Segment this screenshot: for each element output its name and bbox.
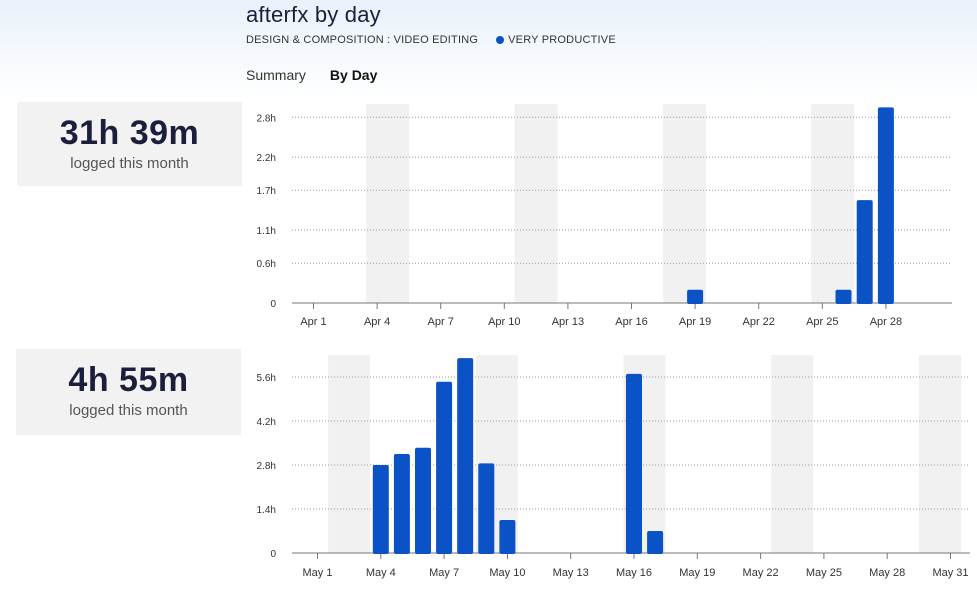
weekend-band [328,355,371,553]
x-tick-label: Apr 22 [742,316,774,328]
month-stat-card-may: 4h 55m logged this month [16,349,241,435]
day-bar [856,200,873,304]
weekend-band [811,104,855,303]
x-tick-label: May 10 [489,567,525,579]
day-bar [436,381,453,554]
x-tick-label: Apr 10 [488,316,520,328]
day-bar [499,520,516,554]
day-bar [687,289,704,304]
x-tick-label: Apr 1 [300,316,326,328]
may-daily-bar-chart: 0 1.4h 2.8h 4.2h 5.6h May 1 May 4 May 7 May 10 Ma… [240,345,977,585]
april-daily-bar-chart: 0 0.6h 1.1h 1.7h 2.2h 2.8h Apr 1 Apr 4 Apr 7 Apr … [240,100,977,340]
view-tabs: Summary By Day [246,67,401,83]
x-tick-label: Apr 28 [870,316,902,328]
tab-by-day[interactable]: By Day [330,67,377,83]
x-tick-label: Apr 4 [364,316,390,328]
header-background [0,0,977,100]
day-bar [626,373,642,554]
y-tick-label: 1.4h [257,505,276,516]
x-tick-label: May 22 [743,567,779,579]
productivity-dot-icon [496,36,505,44]
x-tick-label: May 16 [616,567,652,579]
month-total-label: logged this month [69,402,188,419]
tab-summary[interactable]: Summary [246,67,306,83]
y-tick-label: 0 [270,299,276,310]
day-bar [478,463,495,554]
weekend-band [514,104,558,303]
month-total-label: logged this month [70,155,189,172]
y-tick-label: 5.6h [257,373,276,384]
y-tick-label: 0 [270,549,276,560]
x-tick-label: May 31 [932,567,968,579]
x-tick-label: Apr 19 [679,316,711,328]
chart-svg: 0 1.4h 2.8h 4.2h 5.6h May 1 May 4 May 7 May 10 Ma… [257,355,970,579]
x-tick-label: Apr 13 [552,316,584,328]
month-total: 31h 39m [59,114,200,152]
x-tick-label: May 1 [303,567,333,579]
y-tick-label: 2.8h [257,113,276,124]
category-line: DESIGN & COMPOSITION : VIDEO EDITING VER… [246,34,616,46]
y-tick-label: 2.2h [257,153,276,164]
page-title: afterfx by day [246,2,381,27]
x-tick-label: May 28 [869,567,905,579]
y-tick-label: 1.1h [257,226,276,237]
x-tick-label: May 19 [679,567,715,579]
day-bar [393,454,410,554]
y-tick-label: 4.2h [257,417,276,428]
month-total: 4h 55m [68,361,189,399]
x-tick-label: Apr 16 [615,316,647,328]
x-tick-label: May 13 [553,567,589,579]
weekend-band [663,104,706,303]
weekend-band [771,355,814,553]
x-tick-label: May 4 [366,567,396,579]
x-tick-label: Apr 7 [428,316,454,328]
day-bar [415,447,431,554]
month-stat-card-april: 31h 39m logged this month [17,102,242,186]
chart-svg: 0 0.6h 1.1h 1.7h 2.2h 2.8h Apr 1 Apr 4 Apr 7 Apr … [257,104,952,328]
day-bar [372,465,389,554]
y-tick-label: 2.8h [257,461,276,472]
day-bar [457,358,474,554]
x-tick-label: May 25 [806,567,842,579]
y-tick-label: 0.6h [257,259,276,270]
day-bar [877,107,894,304]
day-bar [835,289,852,304]
x-tick-label: Apr 25 [806,316,838,328]
weekend-band [918,355,961,553]
weekend-band [366,104,410,303]
day-bar [647,531,664,554]
x-tick-label: May 7 [429,567,459,579]
category-label: DESIGN & COMPOSITION : VIDEO EDITING [246,34,479,46]
y-tick-label: 1.7h [257,186,276,197]
productivity-label: VERY PRODUCTIVE [508,34,616,46]
